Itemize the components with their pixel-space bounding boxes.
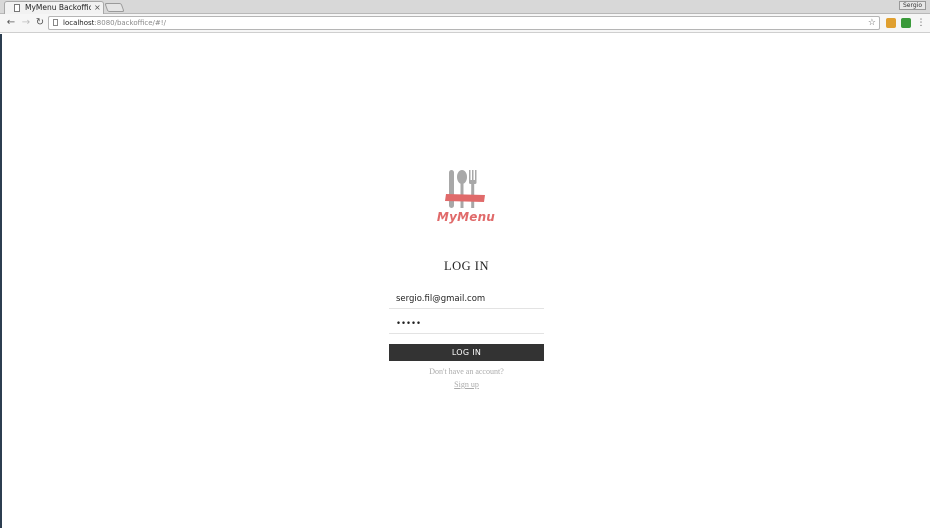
url-path: :8080/backoffice/#!/ — [94, 19, 166, 27]
page-info-icon[interactable] — [53, 19, 58, 26]
brand-name: MyMenu — [436, 210, 496, 224]
forward-icon[interactable]: → — [20, 17, 32, 29]
url-host: localhost — [63, 19, 95, 27]
extension-icon[interactable] — [901, 18, 911, 28]
signup-link[interactable]: Sign up — [389, 380, 544, 389]
window-edge — [0, 34, 2, 528]
close-icon[interactable]: × — [94, 2, 101, 13]
tab-title: MyMenu Backoffice — [25, 3, 91, 12]
no-account-text: Don't have an account? — [429, 367, 504, 376]
reload-icon[interactable]: ↻ — [34, 17, 46, 29]
extension-icon[interactable] — [886, 18, 896, 28]
login-button[interactable]: LOG IN — [389, 344, 544, 361]
page-title: LOG IN — [443, 259, 489, 273]
tab-strip: MyMenu Backoffice × Sergio — [0, 0, 930, 14]
browser-tab[interactable]: MyMenu Backoffice × — [4, 1, 104, 14]
star-icon[interactable]: ☆ — [868, 17, 876, 29]
menu-icon[interactable]: ⋮ — [916, 17, 926, 29]
new-tab-button[interactable] — [104, 3, 125, 12]
profile-badge[interactable]: Sergio — [898, 1, 926, 10]
address-bar[interactable]: localhost:8080/backoffice/#!/ ☆ — [48, 16, 880, 30]
password-field[interactable] — [389, 315, 544, 334]
url-text: localhost:8080/backoffice/#!/ — [63, 17, 166, 29]
email-field[interactable] — [389, 290, 544, 309]
back-icon[interactable]: ← — [5, 17, 17, 29]
page-favicon-icon — [14, 4, 20, 12]
browser-toolbar: ← → ↻ localhost:8080/backoffice/#!/ ☆ ⋮ — [0, 14, 930, 33]
